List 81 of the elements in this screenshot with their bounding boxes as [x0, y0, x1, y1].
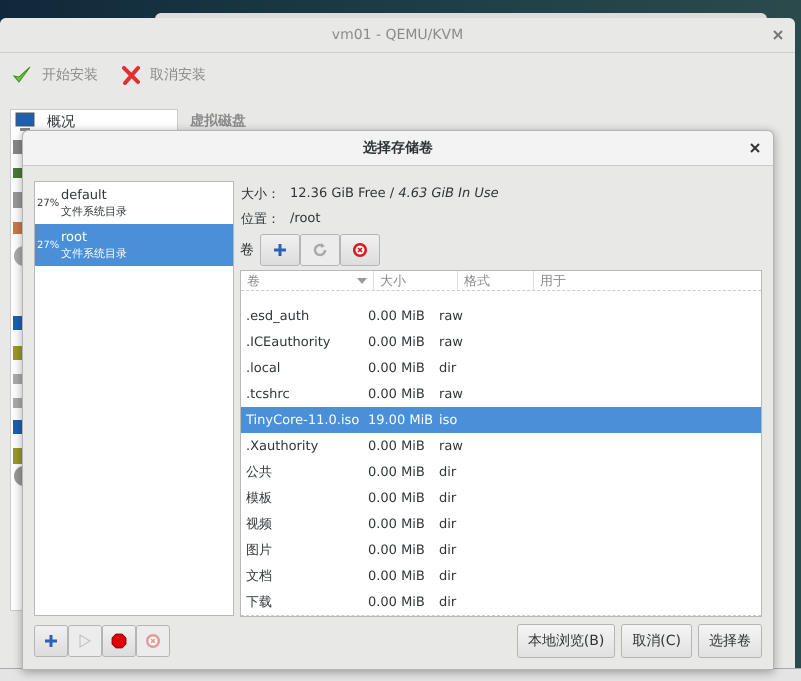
table-cell-text: .Xauthority [245, 438, 320, 454]
table-row[interactable]: 公共 0.00 MiB dir [241, 459, 761, 485]
action-button[interactable]: 选择卷 [698, 624, 762, 658]
table-cell-text: 文档 [245, 568, 273, 585]
table-cell-text: 0.00 MiB [367, 308, 426, 324]
table-cell-text: 0.00 MiB [367, 568, 426, 584]
monitor-icon [15, 112, 35, 132]
table-cell-text: dir [438, 464, 458, 480]
size-label: 大小： [241, 186, 280, 202]
table-cell-text: raw [438, 334, 464, 350]
table-cell-text: 公共 [245, 464, 273, 481]
table-cell-text: 19.00 MiB [367, 412, 434, 428]
table-cell-text: 视频 [245, 516, 273, 533]
table-cell-text: raw [438, 438, 464, 454]
section-title: 虚拟磁盘 [190, 112, 246, 131]
pool-button[interactable] [102, 625, 136, 657]
table-cell-text: 图片 [245, 542, 273, 559]
table-row[interactable]: .Xauthority 0.00 MiB raw [241, 433, 761, 459]
table-cell-text: 0.00 MiB [367, 464, 426, 480]
pool-type: 文件系统目录 [61, 204, 127, 219]
refresh-icon [312, 242, 328, 258]
table-cell-text: 0.00 MiB [367, 594, 426, 610]
action-button[interactable]: 本地浏览(B) [516, 624, 616, 658]
volume-button[interactable] [340, 234, 380, 266]
table-cell-text: 下载 [245, 594, 273, 611]
table-cell-text: TinyCore-11.0.iso [245, 412, 360, 428]
usage-text: 27% [37, 198, 60, 208]
table-cell-text: .esd_auth [245, 308, 310, 324]
close-icon[interactable] [750, 143, 760, 153]
table-row[interactable]: .local 0.00 MiB dir [241, 355, 761, 381]
plus-icon [44, 634, 58, 648]
volume-button[interactable] [260, 234, 300, 266]
table-cell-text: dir [438, 360, 458, 376]
table-cell-text: dir [438, 568, 458, 584]
table-cell-text: raw [438, 386, 464, 402]
table-cell-text: .local [245, 360, 282, 376]
dialog-title: 选择存储卷 [363, 139, 433, 157]
stop-icon [111, 633, 127, 649]
table-cell-text: 0.00 MiB [367, 542, 426, 558]
size-value: 12.36 GiB Free / 4.63 GiB In Use [290, 186, 499, 201]
table-row[interactable]: 模板 0.00 MiB dir [241, 485, 761, 511]
table-row[interactable]: 图片 0.00 MiB dir [241, 537, 761, 563]
location-value: /root [290, 211, 320, 226]
table-cell-text: dir [438, 490, 458, 506]
check-icon [12, 65, 32, 85]
window-title: vm01 - QEMU/KVM [332, 27, 464, 43]
table-cell-text: raw [438, 308, 464, 324]
table-cell-text: 0.00 MiB [367, 516, 426, 532]
table-row[interactable]: .tcshrc 0.00 MiB raw [241, 381, 761, 407]
pool-type: 文件系统目录 [61, 246, 127, 261]
pool-name: root [61, 229, 88, 246]
table-cell-text: 0.00 MiB [367, 360, 426, 376]
table-row[interactable]: .esd_auth 0.00 MiB raw [241, 303, 761, 329]
table-row[interactable]: 下载 0.00 MiB dir [241, 589, 761, 615]
table-cell-text: 模板 [245, 490, 273, 507]
volumes-label: 卷 [240, 241, 254, 259]
plus-icon [273, 243, 287, 257]
table-cell-text: dir [438, 594, 458, 610]
action-button[interactable]: 取消(C) [621, 624, 692, 658]
table-row[interactable]: 文档 0.00 MiB dir [241, 563, 761, 589]
table-cell-text: 0.00 MiB [367, 334, 426, 350]
cross-icon [122, 65, 140, 85]
table-row[interactable]: .ICEauthority 0.00 MiB raw [241, 329, 761, 355]
table-cell-text: dir [438, 516, 458, 532]
sidebar-item[interactable]: 概况 [11, 110, 177, 134]
table-cell-text: .tcshrc [245, 386, 291, 402]
pool-button[interactable] [34, 625, 68, 657]
table-row[interactable]: 视频 0.00 MiB dir [241, 511, 761, 537]
pool-name: default [61, 187, 108, 204]
table-cell-text: 0.00 MiB [367, 490, 426, 506]
table-cell-text: 0.00 MiB [367, 438, 426, 454]
usage-text: 27% [37, 240, 60, 250]
table-cell-text: .ICEauthority [245, 334, 332, 350]
play-icon [79, 634, 91, 648]
table-cell-text: dir [438, 542, 458, 558]
sort-icon [357, 278, 367, 284]
delete-icon [145, 633, 161, 649]
location-label: 位置： [241, 210, 280, 228]
delete-icon [352, 242, 368, 258]
table-cell-text: iso [438, 412, 458, 428]
table-cell-text: 0.00 MiB [367, 386, 426, 402]
